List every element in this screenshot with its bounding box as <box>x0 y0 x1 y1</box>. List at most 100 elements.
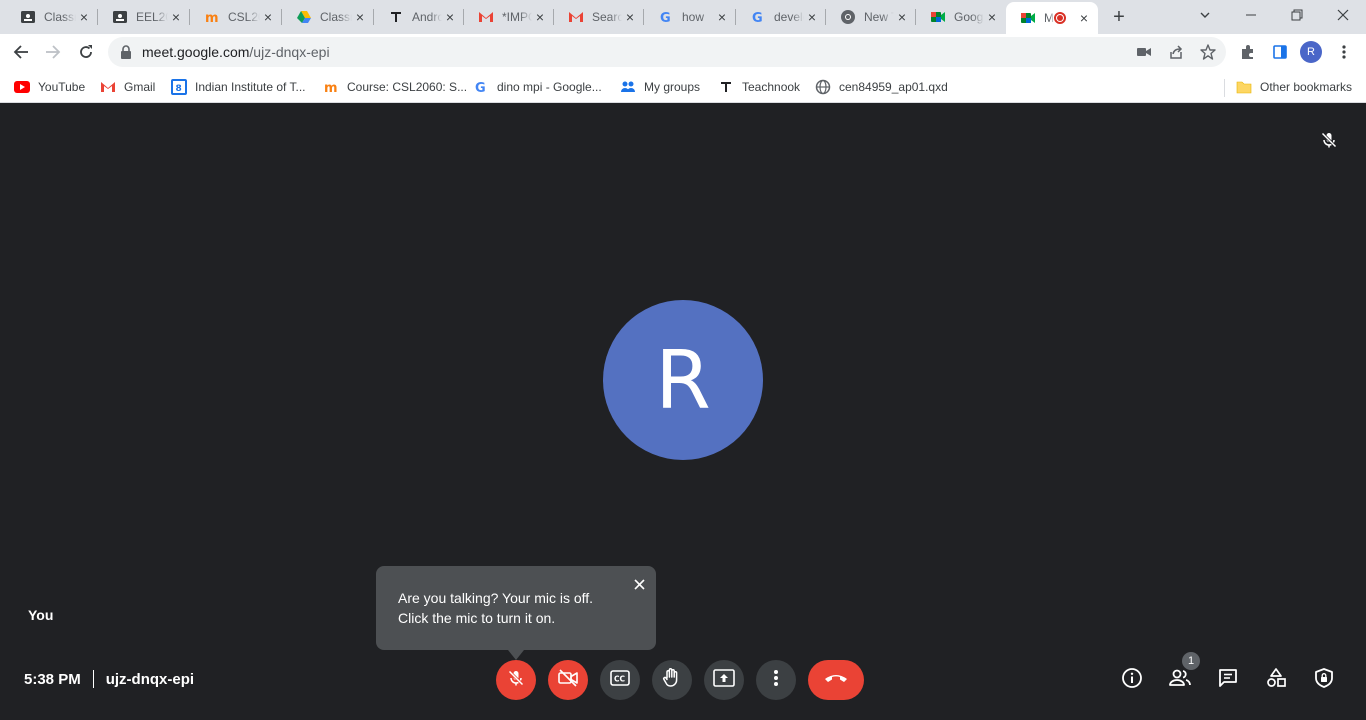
close-tab-icon[interactable]: × <box>984 9 1000 25</box>
close-tab-icon[interactable]: × <box>442 9 458 25</box>
browser-tab[interactable]: Classroom × <box>282 4 374 30</box>
address-bar[interactable]: meet.google.com/ujz-dnqx-epi <box>108 37 1226 67</box>
url-text[interactable]: meet.google.com/ujz-dnqx-epi <box>142 44 330 60</box>
svg-text:m: m <box>205 11 219 25</box>
tooltip-text: Are you talking? Your mic is off. Click … <box>398 588 628 628</box>
bookmark-my-groups[interactable]: My groups <box>620 76 700 98</box>
calendar-icon: 8 <box>171 79 187 95</box>
bookmark-teachnook[interactable]: Teachnook <box>718 76 800 98</box>
bookmark-youtube[interactable]: YouTube <box>14 76 85 98</box>
close-tab-icon[interactable]: × <box>894 9 910 25</box>
bookmark-dino-mpi[interactable]: G dino mpi - Google... <box>473 76 602 98</box>
bookmark-label: cen84959_ap01.qxd <box>839 80 948 94</box>
teachnook-icon <box>718 79 734 95</box>
browser-tab[interactable]: G how × <box>644 4 736 30</box>
browser-tab[interactable]: G developer × <box>736 4 826 30</box>
hand-icon <box>662 667 682 694</box>
toggle-mic-button[interactable] <box>496 660 536 700</box>
browser-tab[interactable]: EEL2020 × <box>98 4 190 30</box>
browser-tab[interactable]: m CSL2060 × <box>190 4 282 30</box>
bookmark-label: My groups <box>644 80 701 94</box>
tab-title: New Tab <box>864 10 894 24</box>
more-vert-icon <box>774 669 778 692</box>
toggle-camera-button[interactable] <box>548 660 588 700</box>
lock-icon[interactable] <box>120 45 132 64</box>
browser-tab[interactable]: New Tab × <box>826 4 916 30</box>
other-bookmarks[interactable]: Other bookmarks <box>1236 76 1352 98</box>
tooltip-line-2: Click the mic to turn it on. <box>398 610 556 626</box>
captions-button[interactable]: CC <box>600 660 640 700</box>
url-host: meet.google.com <box>142 44 250 60</box>
close-tab-icon[interactable]: × <box>714 9 730 25</box>
minimize-icon[interactable] <box>1228 0 1274 30</box>
tab-title: Classroom <box>44 10 76 24</box>
tab-title: EEL2020 <box>136 10 168 24</box>
back-icon[interactable] <box>6 37 36 67</box>
bookmark-label: Gmail <box>124 80 156 94</box>
browser-tab[interactable]: Google Meet × <box>916 4 1006 30</box>
browser-tab[interactable]: Classroom × <box>6 4 98 30</box>
close-window-icon[interactable] <box>1320 0 1366 30</box>
bookmarks-divider <box>1224 79 1225 97</box>
google-icon: G <box>658 9 674 25</box>
url-path: /ujz-dnqx-epi <box>249 44 330 60</box>
more-options-button[interactable] <box>756 660 796 700</box>
chat-button[interactable] <box>1215 667 1241 693</box>
close-tab-icon[interactable]: × <box>260 9 276 25</box>
bookmark-star-icon[interactable] <box>1198 42 1218 62</box>
activities-button[interactable] <box>1263 667 1289 693</box>
browser-tab[interactable]: Search × <box>554 4 644 30</box>
profile-avatar[interactable]: R <box>1300 41 1322 63</box>
other-bookmarks-label: Other bookmarks <box>1260 80 1353 94</box>
bookmark-label: YouTube <box>38 80 86 94</box>
gmail-icon <box>478 9 494 25</box>
info-icon <box>1121 667 1143 694</box>
tab-search-icon[interactable] <box>1182 0 1228 30</box>
bookmarks-bar: YouTube Gmail 8 Indian Institute of T...… <box>0 71 1366 103</box>
tooltip-arrow <box>508 650 524 660</box>
close-icon[interactable] <box>630 575 648 593</box>
people-button[interactable] <box>1167 667 1193 693</box>
classroom-icon <box>20 9 36 25</box>
extensions-icon[interactable] <box>1233 37 1263 67</box>
meeting-code: ujz-dnqx-epi <box>105 670 195 688</box>
recording-indicator-icon <box>1054 12 1066 24</box>
bookmark-course[interactable]: m Course: CSL2060: S... <box>323 76 467 98</box>
reload-icon[interactable] <box>71 37 101 67</box>
browser-menu-icon[interactable] <box>1329 37 1359 67</box>
close-tab-icon[interactable]: × <box>1076 10 1092 26</box>
close-tab-icon[interactable]: × <box>352 9 368 25</box>
restore-icon[interactable] <box>1274 0 1320 30</box>
present-screen-button[interactable] <box>704 660 744 700</box>
google-meet-icon <box>1020 10 1036 26</box>
gmail-icon <box>100 79 116 95</box>
raise-hand-button[interactable] <box>652 660 692 700</box>
forward-icon[interactable] <box>38 37 68 67</box>
host-controls-button[interactable] <box>1311 667 1337 693</box>
browser-tab-active[interactable]: Meet × <box>1006 2 1098 34</box>
close-tab-icon[interactable]: × <box>532 9 548 25</box>
close-tab-icon[interactable]: × <box>804 9 820 25</box>
new-tab-button[interactable]: + <box>1108 6 1130 28</box>
close-tab-icon[interactable]: × <box>622 9 638 25</box>
bookmark-iit-calendar[interactable]: 8 Indian Institute of T... <box>171 76 306 98</box>
svg-text:G: G <box>475 81 486 95</box>
people-icon <box>1168 668 1192 693</box>
svg-text:G: G <box>660 11 671 25</box>
bookmark-label: Course: CSL2060: S... <box>347 80 468 94</box>
meeting-details-button[interactable] <box>1119 667 1145 693</box>
close-tab-icon[interactable]: × <box>76 9 92 25</box>
bookmark-gmail[interactable]: Gmail <box>100 76 155 98</box>
share-icon[interactable] <box>1166 42 1186 62</box>
tab-title: Search <box>592 10 622 24</box>
google-icon: G <box>750 9 766 25</box>
leave-call-button[interactable] <box>808 660 864 700</box>
svg-text:G: G <box>752 11 763 25</box>
bookmark-pdf[interactable]: cen84959_ap01.qxd <box>815 76 948 98</box>
close-tab-icon[interactable]: × <box>168 9 184 25</box>
camera-in-use-icon[interactable] <box>1134 42 1154 62</box>
browser-tab[interactable]: *IMPORTANT × <box>464 4 554 30</box>
side-panel-icon[interactable] <box>1265 37 1295 67</box>
tab-title: CSL2060 <box>228 10 260 24</box>
browser-tab[interactable]: Android × <box>374 4 464 30</box>
